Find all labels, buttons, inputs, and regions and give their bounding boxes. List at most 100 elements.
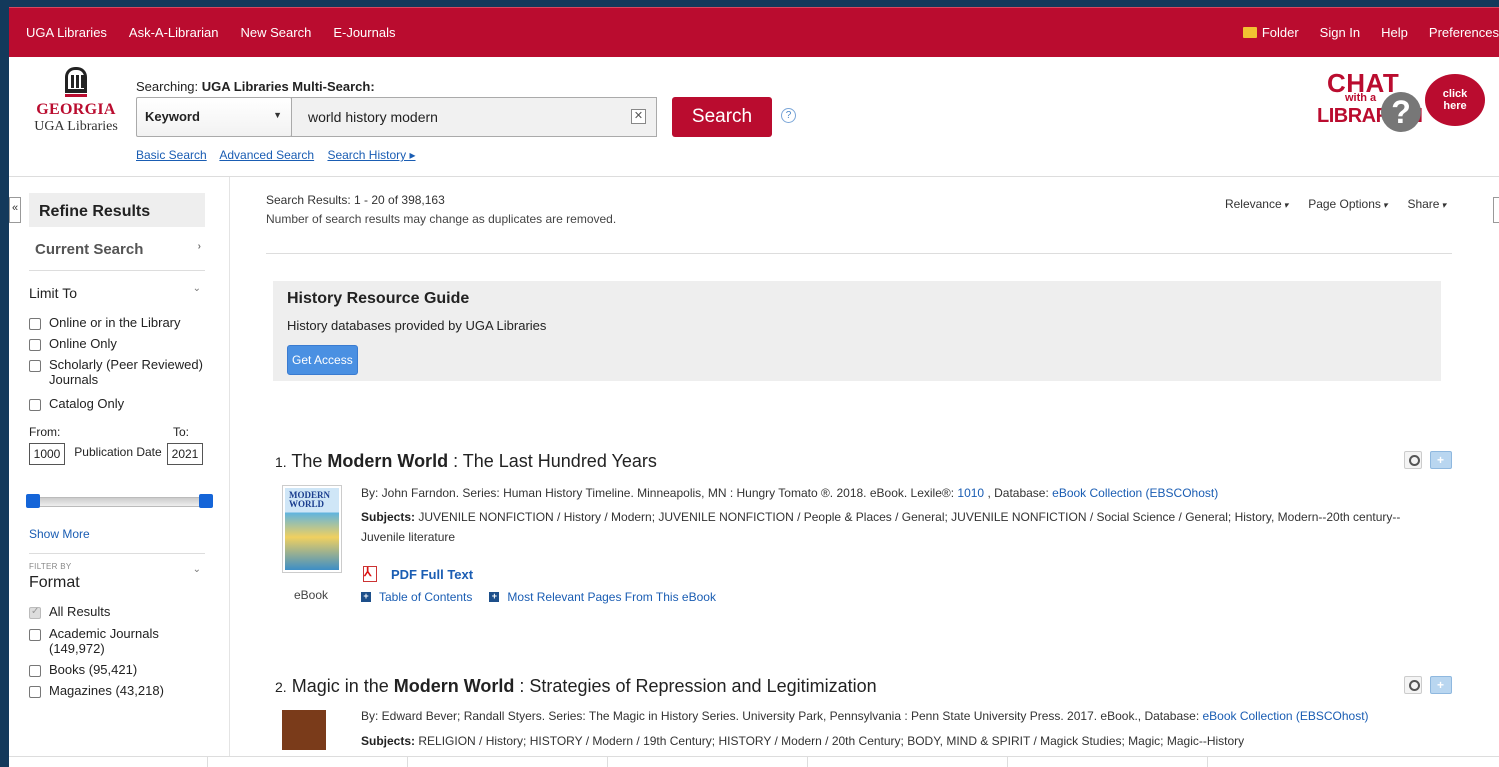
database-link[interactable]: eBook Collection (EBSCOhost) (1202, 709, 1368, 723)
folder-icon (1242, 27, 1257, 38)
nav-folder[interactable]: Folder (1242, 25, 1299, 40)
checkbox-checked[interactable] (29, 606, 41, 619)
format-books[interactable]: Books (95,421) (29, 662, 205, 677)
nav-preferences[interactable]: Preferences (1429, 25, 1499, 40)
sort-relevance-dropdown[interactable]: Relevance ▾ (1225, 197, 1288, 211)
result-item: 1. The Modern World : The Last Hundred Y… (266, 451, 1452, 641)
add-to-folder-icon[interactable] (1430, 676, 1452, 694)
results-main: Search Results: 1 - 20 of 398,163 Number… (266, 193, 1452, 750)
result-actions (1404, 451, 1452, 469)
collapse-right-panel-button[interactable] (1493, 197, 1499, 223)
pdf-full-text-link[interactable]: PDF Full Text (361, 565, 473, 582)
search-input[interactable]: world history modern ✕ (291, 97, 657, 137)
search-button[interactable]: Search (672, 97, 772, 137)
refine-results-heading: Refine Results (29, 193, 205, 227)
format-academic-journals[interactable]: Academic Journals (149,972) (29, 626, 205, 656)
slider-handle-end[interactable] (199, 494, 213, 508)
format-all-results[interactable]: All Results (29, 604, 205, 619)
arch-icon (65, 67, 87, 93)
format-heading: Format (29, 574, 80, 591)
add-to-folder-icon[interactable] (1430, 451, 1452, 469)
nav-sign-in[interactable]: Sign In (1320, 25, 1360, 40)
preview-magnifier-icon[interactable] (1404, 676, 1422, 694)
searching-target: UGA Libraries Multi-Search: (201, 79, 375, 94)
result-item: 2. Magic in the Modern World : Strategie… (266, 676, 1452, 756)
result-title[interactable]: 2. Magic in the Modern World : Strategie… (275, 676, 877, 697)
checkbox[interactable] (29, 629, 41, 641)
pdf-icon (361, 565, 379, 582)
result-subjects: Subjects: JUVENILE NONFICTION / History … (361, 510, 1401, 544)
nav-help[interactable]: Help (1381, 25, 1408, 40)
page-options-dropdown[interactable]: Page Options ▾ (1308, 197, 1387, 211)
checkbox[interactable] (29, 665, 41, 677)
chevron-down-icon: ⌄ (192, 283, 201, 294)
show-more-link[interactable]: Show More (29, 527, 90, 541)
guide-description: History databases provided by UGA Librar… (287, 318, 547, 333)
caret-down-icon: ▾ (1441, 200, 1446, 210)
current-search-toggle[interactable]: Current Search › (29, 227, 205, 271)
filter-by-label: FILTER BY (29, 562, 72, 571)
checkbox[interactable] (29, 399, 41, 411)
nav-e-journals[interactable]: E-Journals (333, 25, 395, 40)
nav-uga-libraries[interactable]: UGA Libraries (26, 25, 107, 40)
nav-ask-a-librarian[interactable]: Ask-A-Librarian (129, 25, 219, 40)
guide-title: History Resource Guide (287, 290, 470, 307)
checkbox[interactable] (29, 686, 41, 698)
search-help-icon[interactable]: ? (781, 108, 796, 123)
cover-title: MODERN WORLD (289, 490, 330, 509)
slider-handle-start[interactable] (26, 494, 40, 508)
book-cover-image[interactable]: MODERN WORLD (282, 485, 342, 573)
expand-plus-icon: + (361, 592, 371, 602)
format-filter-toggle[interactable]: FILTER BY Format ⌄ (29, 562, 205, 592)
date-range-slider[interactable] (26, 491, 213, 513)
limit-scholarly[interactable]: Scholarly (Peer Reviewed) Journals (29, 357, 205, 387)
results-toolbar: Relevance ▾ Page Options ▾ Share ▾ (1205, 197, 1446, 211)
publication-date-filter: From: To: 1000 Publication Date 2021 (29, 425, 205, 489)
database-link[interactable]: eBook Collection (EBSCOhost) (1052, 486, 1218, 500)
divider (266, 253, 1452, 254)
expand-plus-icon: + (489, 592, 500, 602)
uga-logo[interactable]: GEORGIA UGA Libraries (26, 67, 126, 135)
searching-label: Searching: UGA Libraries Multi-Search: (136, 79, 375, 94)
sidebar-divider (229, 177, 230, 767)
search-history-link[interactable]: Search History ▸ (327, 148, 415, 162)
question-mark-icon: ? (1381, 92, 1421, 132)
preview-magnifier-icon[interactable] (1404, 451, 1422, 469)
result-title[interactable]: 1. The Modern World : The Last Hundred Y… (275, 451, 657, 472)
format-magazines[interactable]: Magazines (43,218) (29, 683, 205, 698)
share-dropdown[interactable]: Share ▾ (1407, 197, 1446, 211)
field-type-select[interactable]: Keyword ▼ (136, 97, 292, 137)
top-nav-right: Folder Sign In Help Preferences (1242, 25, 1499, 40)
advanced-search-link[interactable]: Advanced Search (219, 148, 314, 162)
chevron-down-icon: ⌄ (192, 564, 201, 575)
limit-online-or-library[interactable]: Online or in the Library (29, 315, 205, 330)
checkbox[interactable] (29, 360, 41, 372)
to-year-input[interactable]: 2021 (167, 443, 203, 465)
chat-with-librarian-banner[interactable]: CHAT with a LIBRARIAN ? click here (1307, 68, 1499, 133)
lexile-link[interactable]: 1010 (957, 486, 984, 500)
relevant-pages-link[interactable]: + Most Relevant Pages From This eBook (489, 590, 716, 604)
result-byline: By: Edward Bever; Randall Styers. Series… (361, 709, 1369, 723)
caret-down-icon: ▾ (1382, 200, 1388, 210)
search-row: Keyword ▼ world history modern ✕ Search … (136, 97, 796, 137)
limit-online-only[interactable]: Online Only (29, 336, 205, 351)
collapse-sidebar-button[interactable]: « (9, 197, 21, 223)
clear-search-icon[interactable]: ✕ (631, 109, 646, 124)
from-year-input[interactable]: 1000 (29, 443, 65, 465)
logo-georgia: GEORGIA (36, 101, 116, 118)
nav-new-search[interactable]: New Search (241, 25, 312, 40)
history-resource-guide: History Resource Guide History databases… (273, 281, 1441, 381)
click-here-bubble: click here (1425, 74, 1485, 126)
show-more-link-wrap: Show More (29, 527, 205, 554)
checkbox[interactable] (29, 339, 41, 351)
result-subjects: Subjects: RELIGION / History; HISTORY / … (361, 734, 1245, 748)
limit-catalog-only[interactable]: Catalog Only (29, 396, 205, 411)
get-access-button[interactable]: Get Access (287, 345, 358, 375)
chevron-right-icon: › (197, 241, 201, 252)
to-label: To: (173, 425, 190, 439)
limit-to-toggle[interactable]: Limit To ⌄ (29, 271, 205, 309)
book-cover-image[interactable] (282, 710, 326, 750)
table-of-contents-link[interactable]: + Table of Contents (361, 590, 472, 604)
checkbox[interactable] (29, 318, 41, 330)
basic-search-link[interactable]: Basic Search (136, 148, 207, 162)
